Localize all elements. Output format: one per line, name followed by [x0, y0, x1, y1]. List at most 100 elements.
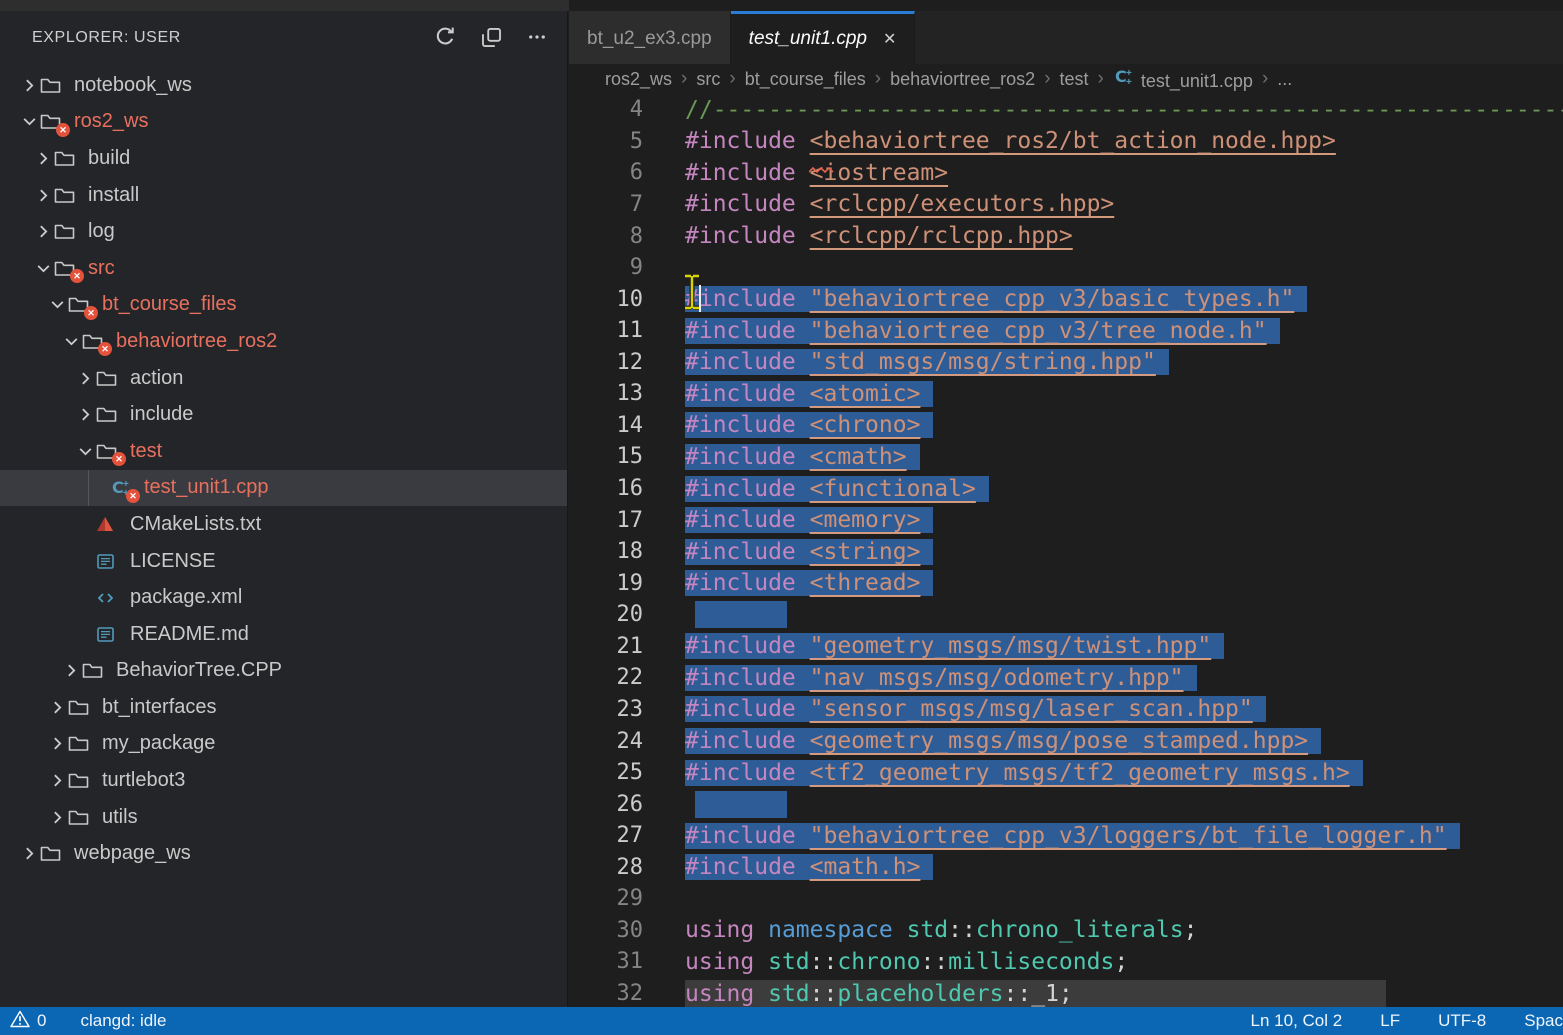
line-number[interactable]: 9: [569, 255, 643, 280]
line-number[interactable]: 25: [569, 760, 643, 785]
breadcrumb-item-behaviortree_ros2[interactable]: behaviortree_ros2: [890, 69, 1035, 90]
tree-item-package.xml[interactable]: package.xml: [0, 579, 567, 616]
code-editor[interactable]: 4//-------------------------------------…: [569, 94, 1563, 1007]
line-number[interactable]: 11: [569, 318, 643, 343]
code-line-17[interactable]: 17#include <memory>: [569, 504, 1563, 536]
eol-indicator[interactable]: LF: [1380, 1011, 1400, 1031]
line-number[interactable]: 24: [569, 729, 643, 754]
line-number[interactable]: 21: [569, 634, 643, 659]
code-line-32[interactable]: 32using std::placeholders::_1;: [569, 978, 1563, 1007]
line-number[interactable]: 18: [569, 539, 643, 564]
tree-item-action[interactable]: action: [0, 360, 567, 397]
tree-item-src[interactable]: ✕src: [0, 250, 567, 287]
tree-item-ros2_ws[interactable]: ✕ros2_ws: [0, 104, 567, 141]
code-line-29[interactable]: 29: [569, 883, 1563, 915]
tree-item-test_unit1.cpp[interactable]: C++✕test_unit1.cpp: [0, 470, 567, 507]
line-number[interactable]: 5: [569, 129, 643, 154]
line-number[interactable]: 30: [569, 918, 643, 943]
code-line-7[interactable]: 7#include <rclcpp/executors.hpp>: [569, 189, 1563, 221]
line-number[interactable]: 29: [569, 886, 643, 911]
tree-item-LICENSE[interactable]: LICENSE: [0, 543, 567, 580]
line-number[interactable]: 28: [569, 855, 643, 880]
refresh-button[interactable]: [433, 25, 457, 49]
tab-bt_u2_ex3.cpp[interactable]: bt_u2_ex3.cpp: [569, 11, 731, 64]
close-icon[interactable]: ✕: [883, 29, 896, 49]
code-line-30[interactable]: 30using namespace std::chrono_literals;: [569, 915, 1563, 947]
code-line-10[interactable]: 10#include "behaviortree_cpp_v3/basic_ty…: [569, 283, 1563, 315]
code-line-27[interactable]: 27#include "behaviortree_cpp_v3/loggers/…: [569, 820, 1563, 852]
line-number[interactable]: 17: [569, 508, 643, 533]
code-line-14[interactable]: 14#include <chrono>: [569, 410, 1563, 442]
breadcrumb-item-test[interactable]: test: [1060, 69, 1089, 90]
code-line-28[interactable]: 28#include <math.h>: [569, 852, 1563, 884]
code-line-22[interactable]: 22#include "nav_msgs/msg/odometry.hpp": [569, 662, 1563, 694]
tree-item-my_package[interactable]: my_package: [0, 726, 567, 763]
breadcrumb-item-test_unit1.cpp[interactable]: C++test_unit1.cpp: [1113, 67, 1253, 92]
line-number[interactable]: 15: [569, 444, 643, 469]
clangd-status[interactable]: clangd: idle: [80, 1011, 166, 1031]
line-number[interactable]: 26: [569, 792, 643, 817]
line-number[interactable]: 4: [569, 97, 643, 122]
line-number[interactable]: 31: [569, 949, 643, 974]
code-line-24[interactable]: 24#include <geometry_msgs/msg/pose_stamp…: [569, 725, 1563, 757]
line-number[interactable]: 16: [569, 476, 643, 501]
code-line-16[interactable]: 16#include <functional>: [569, 473, 1563, 505]
code-line-12[interactable]: 12#include "std_msgs/msg/string.hpp": [569, 347, 1563, 379]
code-line-19[interactable]: 19#include <thread>: [569, 567, 1563, 599]
line-number[interactable]: 10: [569, 287, 643, 312]
code-line-13[interactable]: 13#include <atomic>: [569, 378, 1563, 410]
breadcrumb-item-ros2_ws[interactable]: ros2_ws: [605, 69, 672, 90]
code-line-6[interactable]: 6#include <iostream>: [569, 157, 1563, 189]
encoding-indicator[interactable]: UTF-8: [1438, 1011, 1486, 1031]
tree-item-bt_interfaces[interactable]: bt_interfaces: [0, 689, 567, 726]
problems-indicator[interactable]: 0: [10, 1010, 46, 1033]
code-line-23[interactable]: 23#include "sensor_msgs/msg/laser_scan.h…: [569, 694, 1563, 726]
code-line-4[interactable]: 4//-------------------------------------…: [569, 94, 1563, 126]
line-number[interactable]: 27: [569, 823, 643, 848]
line-number[interactable]: 32: [569, 981, 643, 1006]
tree-item-build[interactable]: build: [0, 140, 567, 177]
indentation-indicator[interactable]: Spac: [1524, 1011, 1563, 1031]
code-line-21[interactable]: 21#include "geometry_msgs/msg/twist.hpp": [569, 631, 1563, 663]
line-number[interactable]: 14: [569, 413, 643, 438]
tree-item-README.md[interactable]: README.md: [0, 616, 567, 653]
line-number[interactable]: 8: [569, 224, 643, 249]
code-line-31[interactable]: 31using std::chrono::milliseconds;: [569, 946, 1563, 978]
breadcrumb-symbol-ellipsis[interactable]: ...: [1277, 69, 1292, 90]
tree-item-CMakeLists.txt[interactable]: CMakeLists.txt: [0, 506, 567, 543]
code-line-18[interactable]: 18#include <string>: [569, 536, 1563, 568]
tree-item-behaviortree_ros2[interactable]: ✕behaviortree_ros2: [0, 323, 567, 360]
tree-item-webpage_ws[interactable]: webpage_ws: [0, 835, 567, 872]
line-number[interactable]: 20: [569, 602, 643, 627]
line-number[interactable]: 7: [569, 192, 643, 217]
line-number[interactable]: 13: [569, 381, 643, 406]
line-number[interactable]: 23: [569, 697, 643, 722]
tree-item-notebook_ws[interactable]: notebook_ws: [0, 67, 567, 104]
code-line-15[interactable]: 15#include <cmath>: [569, 441, 1563, 473]
tree-item-include[interactable]: include: [0, 396, 567, 433]
breadcrumb-item-bt_course_files[interactable]: bt_course_files: [745, 69, 866, 90]
code-line-11[interactable]: 11#include "behaviortree_cpp_v3/tree_nod…: [569, 315, 1563, 347]
collapse-folders-button[interactable]: [479, 25, 503, 49]
code-line-8[interactable]: 8#include <rclcpp/rclcpp.hpp>: [569, 220, 1563, 252]
line-number[interactable]: 19: [569, 571, 643, 596]
code-line-25[interactable]: 25#include <tf2_geometry_msgs/tf2_geomet…: [569, 757, 1563, 789]
tree-item-turtlebot3[interactable]: turtlebot3: [0, 762, 567, 799]
line-number[interactable]: 12: [569, 350, 643, 375]
line-number[interactable]: 22: [569, 665, 643, 690]
more-actions-button[interactable]: [525, 25, 549, 49]
tree-item-log[interactable]: log: [0, 213, 567, 250]
tree-item-utils[interactable]: utils: [0, 799, 567, 836]
code-line-5[interactable]: 5#include <behaviortree_ros2/bt_action_n…: [569, 126, 1563, 158]
tree-item-bt_course_files[interactable]: ✕bt_course_files: [0, 287, 567, 324]
tree-item-test[interactable]: ✕test: [0, 433, 567, 470]
breadcrumb-item-src[interactable]: src: [696, 69, 720, 90]
code-line-20[interactable]: 20: [569, 599, 1563, 631]
tree-item-BehaviorTree.CPP[interactable]: BehaviorTree.CPP: [0, 653, 567, 690]
line-number[interactable]: 6: [569, 160, 643, 185]
tree-item-install[interactable]: install: [0, 177, 567, 214]
code-line-26[interactable]: 26: [569, 788, 1563, 820]
cursor-position[interactable]: Ln 10, Col 2: [1251, 1011, 1343, 1031]
tab-test_unit1.cpp[interactable]: test_unit1.cpp✕: [731, 11, 916, 64]
code-line-9[interactable]: 9: [569, 252, 1563, 284]
